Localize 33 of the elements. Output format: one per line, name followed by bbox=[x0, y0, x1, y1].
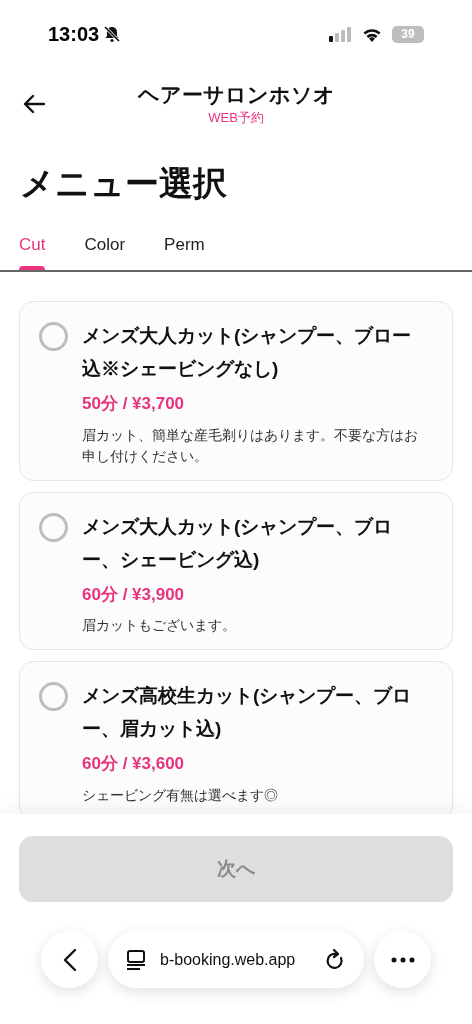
page-title: メニュー選択 bbox=[19, 163, 228, 204]
battery-indicator: 39 bbox=[392, 25, 424, 43]
menu-name: メンズ高校生カット(シャンプー、ブロー、眉カット込) bbox=[82, 684, 413, 741]
menu-description: シェービング有無は選べます◎ bbox=[82, 785, 279, 805]
bell-muted-icon bbox=[103, 25, 122, 43]
tab[interactable]: Perm bbox=[164, 219, 205, 270]
page-menu-icon[interactable] bbox=[126, 948, 146, 971]
clock-time: 13:03 bbox=[48, 22, 100, 47]
radio-button[interactable] bbox=[39, 322, 68, 351]
reload-icon[interactable] bbox=[326, 948, 346, 971]
radio-button[interactable] bbox=[39, 682, 68, 711]
back-arrow-icon[interactable] bbox=[23, 94, 45, 114]
menu-price: 60分 / ¥3,600 bbox=[82, 753, 186, 775]
menu-price: 50分 / ¥3,700 bbox=[82, 393, 186, 415]
url-text: b-booking.web.app bbox=[160, 949, 297, 970]
address-bar[interactable]: b-booking.web.app bbox=[108, 931, 364, 988]
tab[interactable]: Color bbox=[84, 219, 126, 270]
tab[interactable]: Cut bbox=[19, 219, 46, 270]
menu-description: 眉カットもございます。 bbox=[82, 616, 237, 635]
more-icon bbox=[390, 956, 415, 963]
menu-card[interactable]: メンズ大人カット(シャンプー、ブロー込※シェービングなし) 50分 / ¥3,700 眉カット、簡単な産毛剃りはあります。不要な方はお申し付けください。 bbox=[19, 301, 453, 481]
radio-button[interactable] bbox=[39, 512, 68, 542]
signal-icon bbox=[328, 26, 352, 42]
wifi-icon bbox=[362, 26, 382, 42]
menu-card[interactable]: メンズ大人カット(シャンプー、ブロー、シェービング込) 60分 / ¥3,900 眉カットもございます。 bbox=[19, 491, 453, 650]
menu-name: メンズ大人カット(シャンプー、ブロー込※シェービングなし) bbox=[82, 324, 413, 381]
menu-card[interactable]: メンズ高校生カット(シャンプー、ブロー、眉カット込) 60分 / ¥3,600 シェービング有無は選べます◎ bbox=[19, 661, 453, 814]
menu-price: 60分 / ¥3,900 bbox=[82, 583, 186, 606]
header-subtitle: WEB予約 bbox=[208, 110, 264, 127]
chevron-left-icon bbox=[62, 947, 77, 972]
menu-description: 眉カット、簡単な産毛剃りはあります。不要な方はお申し付けください。 bbox=[82, 425, 419, 466]
menu-name: メンズ大人カット(シャンプー、ブロー、シェービング込) bbox=[82, 514, 394, 572]
salon-name: ヘアーサロンホソオ bbox=[137, 81, 335, 108]
